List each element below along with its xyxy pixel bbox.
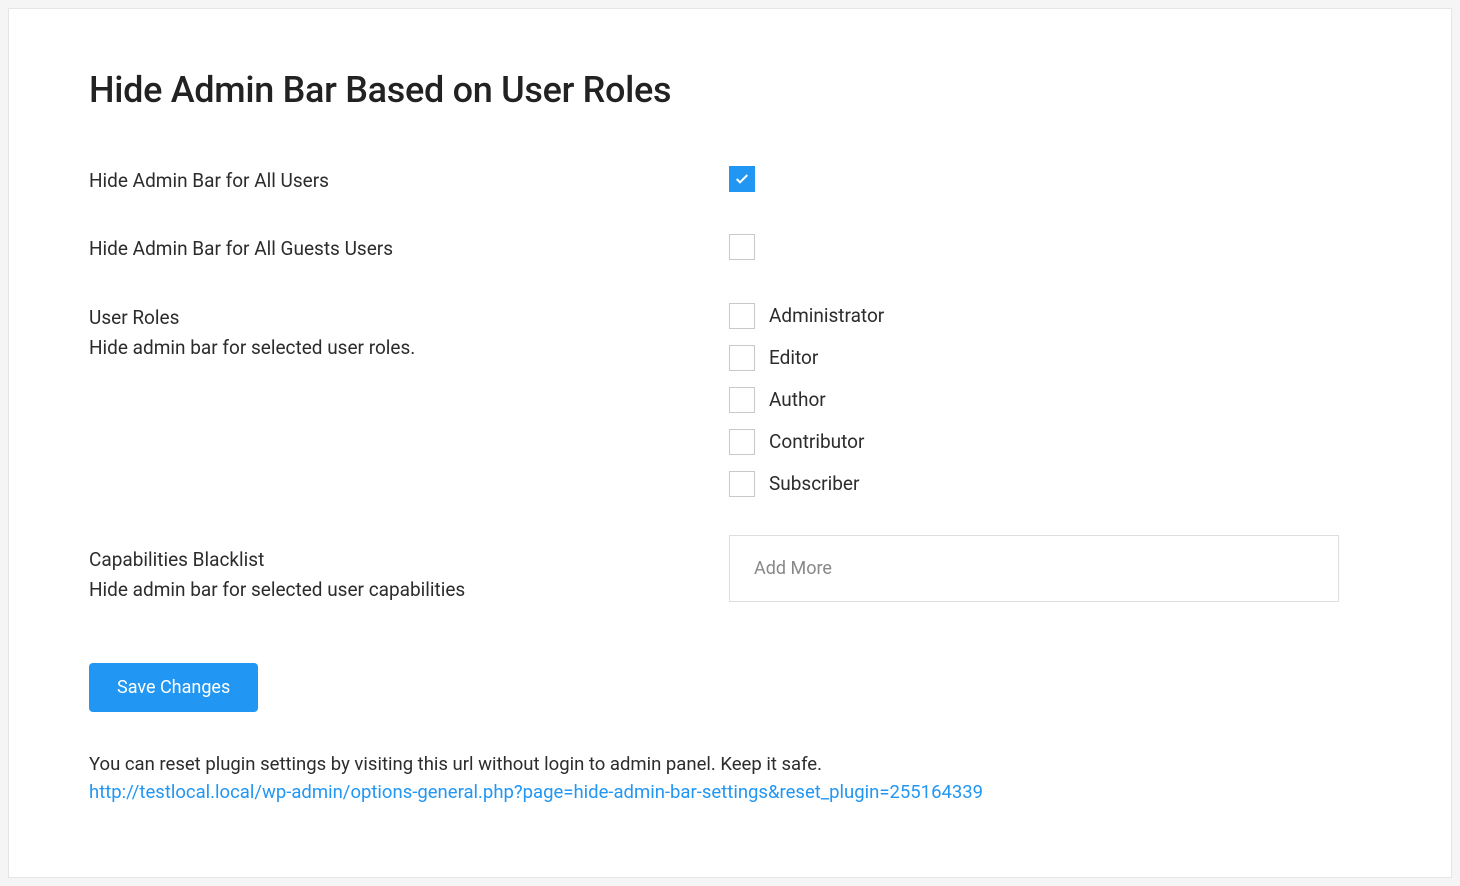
role-item: Author <box>729 387 1371 413</box>
control-col <box>729 166 1371 192</box>
label-col: Hide Admin Bar for All Users <box>89 166 729 196</box>
label-hide-all-guests: Hide Admin Bar for All Guests Users <box>89 234 729 264</box>
description-capabilities: Hide admin bar for selected user capabil… <box>89 575 729 604</box>
label-col: User Roles Hide admin bar for selected u… <box>89 303 729 363</box>
role-label-subscriber: Subscriber <box>769 472 859 495</box>
label-col: Capabilities Blacklist Hide admin bar fo… <box>89 535 729 605</box>
checkbox-role-subscriber[interactable] <box>729 471 755 497</box>
checkbox-role-editor[interactable] <box>729 345 755 371</box>
page-title: Hide Admin Bar Based on User Roles <box>89 69 1371 111</box>
role-label-editor: Editor <box>769 346 818 369</box>
description-user-roles: Hide admin bar for selected user roles. <box>89 333 729 362</box>
role-item: Contributor <box>729 429 1371 455</box>
checkbox-role-author[interactable] <box>729 387 755 413</box>
capabilities-input[interactable] <box>729 535 1339 602</box>
role-label-contributor: Contributor <box>769 430 864 453</box>
save-changes-button[interactable]: Save Changes <box>89 663 258 712</box>
checkbox-hide-all-users[interactable] <box>729 166 755 192</box>
checkbox-role-administrator[interactable] <box>729 303 755 329</box>
row-capabilities: Capabilities Blacklist Hide admin bar fo… <box>89 535 1371 605</box>
check-icon <box>734 171 750 187</box>
role-label-author: Author <box>769 388 826 411</box>
row-hide-all-guests: Hide Admin Bar for All Guests Users <box>89 234 1371 264</box>
checkbox-role-contributor[interactable] <box>729 429 755 455</box>
reset-url-link[interactable]: http://testlocal.local/wp-admin/options-… <box>89 781 983 803</box>
checkbox-hide-all-guests[interactable] <box>729 234 755 260</box>
label-col: Hide Admin Bar for All Guests Users <box>89 234 729 264</box>
control-col <box>729 535 1371 602</box>
role-item: Subscriber <box>729 471 1371 497</box>
settings-panel: Hide Admin Bar Based on User Roles Hide … <box>8 8 1452 878</box>
control-col: Administrator Editor Author Contributor <box>729 303 1371 497</box>
label-user-roles: User Roles <box>89 303 729 333</box>
role-item: Administrator <box>729 303 1371 329</box>
label-capabilities: Capabilities Blacklist <box>89 545 729 575</box>
role-item: Editor <box>729 345 1371 371</box>
reset-instructions: You can reset plugin settings by visitin… <box>89 750 1371 779</box>
row-hide-all-users: Hide Admin Bar for All Users <box>89 166 1371 196</box>
label-hide-all-users: Hide Admin Bar for All Users <box>89 166 729 196</box>
role-label-administrator: Administrator <box>769 304 884 327</box>
control-col <box>729 234 1371 264</box>
row-user-roles: User Roles Hide admin bar for selected u… <box>89 303 1371 497</box>
